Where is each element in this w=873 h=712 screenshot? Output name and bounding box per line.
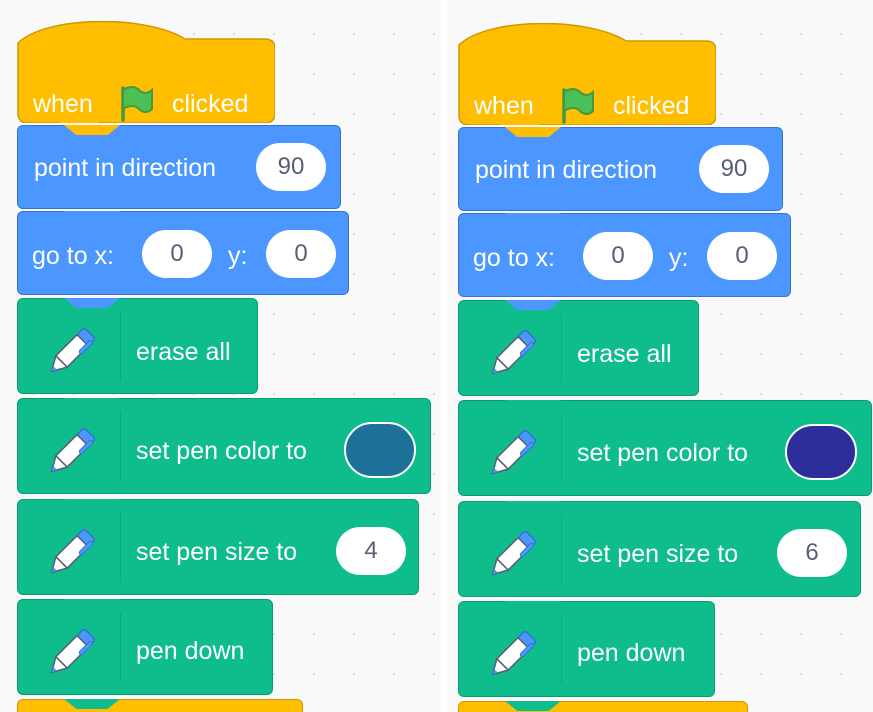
block-notch xyxy=(505,501,561,511)
set-pen-size-label: set pen size to xyxy=(136,538,298,566)
block-separator xyxy=(561,614,562,684)
script-area-left[interactable]: when clicked point in direction 90 go to… xyxy=(0,0,441,712)
erase-all-label: erase all xyxy=(136,338,231,366)
next-events-block[interactable] xyxy=(458,701,748,712)
block-separator xyxy=(120,311,121,381)
pen-size-input[interactable]: 4 xyxy=(336,527,406,575)
point-in-direction-block[interactable]: point in direction 90 xyxy=(458,127,783,211)
block-separator xyxy=(120,411,121,481)
block-separator xyxy=(120,612,121,682)
script-area-right[interactable]: when clicked point in direction 90 go to… xyxy=(447,0,873,712)
pen-down-block[interactable]: pen down xyxy=(458,601,715,697)
block-notch xyxy=(64,398,120,408)
pen-color-swatch[interactable] xyxy=(344,422,416,478)
set-pen-size-block[interactable]: set pen size to 6 xyxy=(458,501,861,597)
pen-icon xyxy=(486,529,538,582)
block-separator xyxy=(561,313,562,383)
set-pen-size-label: set pen size to xyxy=(577,540,739,568)
block-separator xyxy=(120,512,121,582)
point-in-direction-label: point in direction xyxy=(475,156,658,184)
block-notch xyxy=(64,599,120,609)
go-to-x-label: go to x: xyxy=(473,244,555,272)
erase-all-block[interactable]: erase all xyxy=(17,298,258,394)
set-pen-color-label: set pen color to xyxy=(136,437,307,465)
block-separator xyxy=(561,413,562,483)
go-to-xy-block[interactable]: go to x: 0 y: 0 xyxy=(17,211,349,295)
clicked-label: clicked xyxy=(613,92,690,120)
when-flag-clicked-block[interactable]: when clicked xyxy=(17,21,275,123)
pen-size-input[interactable]: 6 xyxy=(777,529,847,577)
block-notch xyxy=(64,298,120,308)
point-in-direction-label: point in direction xyxy=(34,154,217,182)
pen-icon xyxy=(486,328,538,381)
direction-input[interactable]: 90 xyxy=(256,143,326,191)
direction-input[interactable]: 90 xyxy=(699,145,769,193)
set-pen-color-block[interactable]: set pen color to xyxy=(458,400,872,496)
go-to-xy-block[interactable]: go to x: 0 y: 0 xyxy=(458,213,791,297)
pen-icon xyxy=(45,627,97,680)
green-flag-icon xyxy=(562,87,595,124)
block-separator xyxy=(561,514,562,584)
pen-icon xyxy=(486,629,538,682)
x-input[interactable]: 0 xyxy=(583,232,653,280)
block-notch xyxy=(505,300,561,310)
block-notch xyxy=(64,499,120,509)
pen-icon xyxy=(486,428,538,481)
x-input[interactable]: 0 xyxy=(142,230,212,278)
y-input[interactable]: 0 xyxy=(707,232,777,280)
pen-down-block[interactable]: pen down xyxy=(17,599,273,695)
y-input[interactable]: 0 xyxy=(266,230,336,278)
pen-down-label: pen down xyxy=(577,639,686,667)
pen-icon xyxy=(45,527,97,580)
set-pen-size-block[interactable]: set pen size to 4 xyxy=(17,499,419,595)
block-notch xyxy=(64,699,120,709)
erase-all-block[interactable]: erase all xyxy=(458,300,699,396)
when-label: when xyxy=(33,90,93,118)
block-notch xyxy=(505,213,561,223)
pen-icon xyxy=(45,326,97,379)
set-pen-color-label: set pen color to xyxy=(577,439,748,467)
when-flag-clicked-block[interactable]: when clicked xyxy=(458,23,716,125)
point-in-direction-block[interactable]: point in direction 90 xyxy=(17,125,341,209)
block-notch xyxy=(64,211,120,221)
y-label: y: xyxy=(228,242,248,270)
pen-down-label: pen down xyxy=(136,637,245,665)
set-pen-color-block[interactable]: set pen color to xyxy=(17,398,431,494)
block-notch xyxy=(505,701,561,711)
y-label: y: xyxy=(669,244,689,272)
pen-color-swatch[interactable] xyxy=(785,424,857,480)
block-notch xyxy=(505,127,561,137)
green-flag-icon xyxy=(121,85,154,122)
erase-all-label: erase all xyxy=(577,340,672,368)
block-notch xyxy=(505,400,561,410)
when-label: when xyxy=(474,92,534,120)
pen-icon xyxy=(45,426,97,479)
go-to-x-label: go to x: xyxy=(32,242,114,270)
clicked-label: clicked xyxy=(172,90,249,118)
block-notch xyxy=(505,601,561,611)
block-notch xyxy=(64,125,120,135)
next-events-block[interactable] xyxy=(17,699,303,712)
